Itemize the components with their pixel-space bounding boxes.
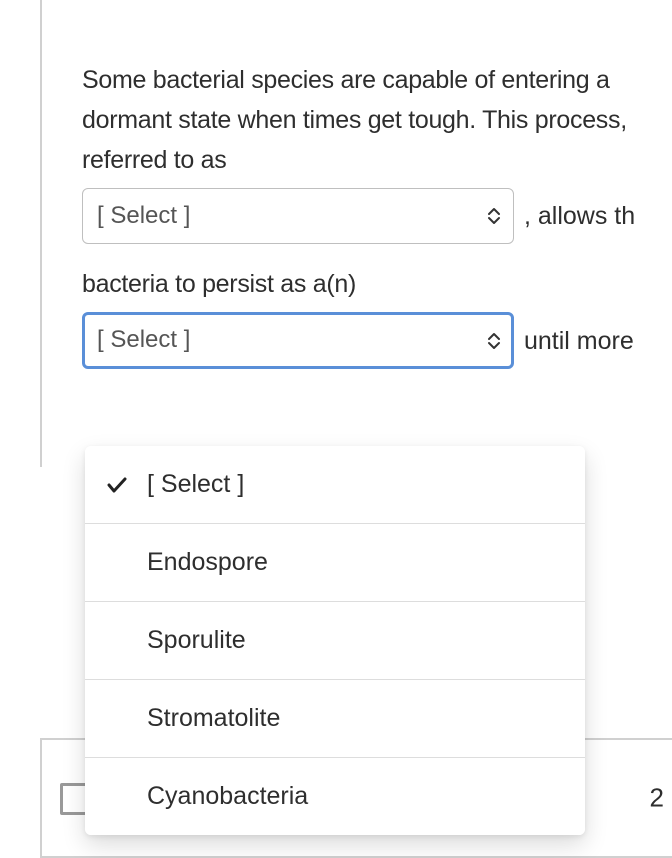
- chevron-updown-icon: [487, 207, 501, 225]
- select-row-1: [ Select ] , allows th: [82, 180, 672, 252]
- dropdown-option-select[interactable]: [ Select ]: [85, 446, 585, 524]
- dropdown-option-label: Cyanobacteria: [147, 782, 308, 810]
- question-text-4: until more: [524, 321, 634, 361]
- select-2-label: [ Select ]: [97, 321, 190, 359]
- dropdown-option-stromatolite[interactable]: Stromatolite: [85, 680, 585, 758]
- footer-number: 2: [650, 783, 664, 814]
- dropdown-option-label: [ Select ]: [147, 470, 244, 498]
- check-icon: [105, 473, 129, 497]
- question-text-2: , allows th: [524, 196, 635, 236]
- dropdown-option-cyanobacteria[interactable]: Cyanobacteria: [85, 758, 585, 835]
- dropdown-option-label: Sporulite: [147, 626, 246, 654]
- dropdown-option-sporulite[interactable]: Sporulite: [85, 602, 585, 680]
- dropdown-option-label: Stromatolite: [147, 704, 280, 732]
- dropdown-menu: [ Select ] Endospore Sporulite Stromatol…: [85, 446, 585, 835]
- select-2[interactable]: [ Select ]: [82, 312, 514, 368]
- question-container: Some bacterial species are capable of en…: [40, 0, 672, 467]
- select-row-2: [ Select ] until more: [82, 304, 672, 376]
- select-1[interactable]: [ Select ]: [82, 188, 514, 244]
- select-1-label: [ Select ]: [97, 197, 190, 235]
- dropdown-option-endospore[interactable]: Endospore: [85, 524, 585, 602]
- chevron-updown-icon: [487, 332, 501, 350]
- question-text-3: bacteria to persist as a(n): [82, 264, 672, 304]
- question-text-1: Some bacterial species are capable of en…: [82, 60, 672, 180]
- dropdown-option-label: Endospore: [147, 548, 268, 576]
